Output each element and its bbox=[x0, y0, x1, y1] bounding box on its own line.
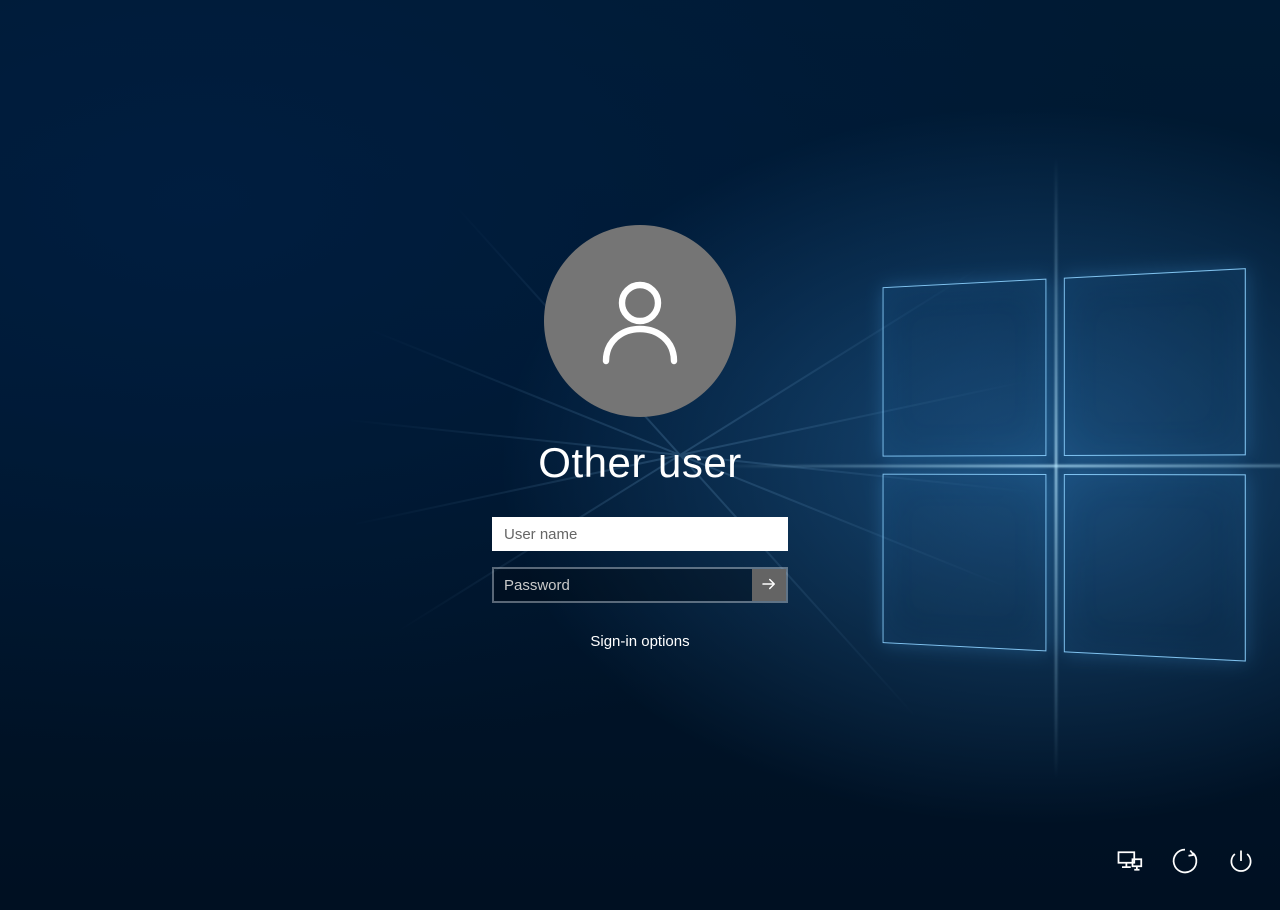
username-row bbox=[492, 517, 788, 551]
network-button[interactable] bbox=[1112, 846, 1146, 880]
power-icon bbox=[1227, 847, 1255, 880]
ease-of-access-button[interactable] bbox=[1168, 846, 1202, 880]
username-input[interactable] bbox=[492, 517, 788, 551]
power-button[interactable] bbox=[1224, 846, 1258, 880]
avatar bbox=[544, 225, 736, 417]
person-icon bbox=[592, 271, 688, 372]
submit-button[interactable] bbox=[752, 569, 786, 601]
arrow-right-icon bbox=[760, 575, 778, 596]
sign-in-options-link[interactable]: Sign-in options bbox=[490, 633, 790, 650]
system-buttons bbox=[1112, 846, 1258, 880]
password-input[interactable] bbox=[494, 569, 752, 601]
network-icon bbox=[1115, 847, 1143, 880]
ease-of-access-icon bbox=[1171, 847, 1199, 880]
password-row bbox=[492, 567, 788, 603]
windows-logo bbox=[883, 268, 1253, 668]
account-title: Other user bbox=[490, 439, 790, 487]
login-panel: Other user Sign-in options bbox=[490, 225, 790, 650]
